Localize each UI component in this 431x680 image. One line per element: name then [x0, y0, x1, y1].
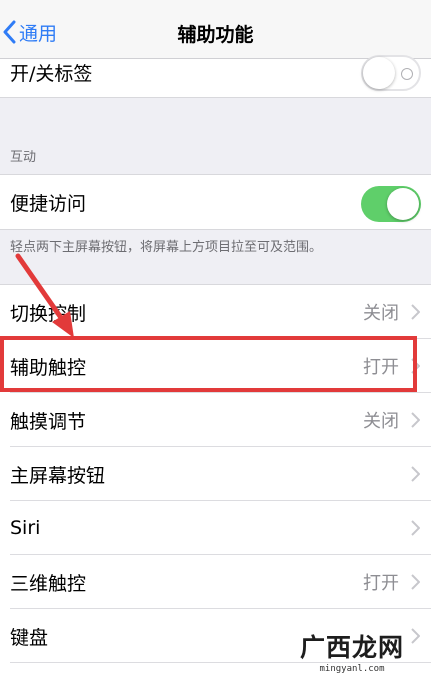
switch-control-row[interactable]: 切换控制 关闭 — [0, 285, 431, 339]
chevron-right-icon — [411, 358, 420, 374]
chevron-right-icon — [411, 574, 420, 590]
section-header-interaction: 互动 — [10, 150, 37, 165]
row-divider — [10, 662, 431, 663]
touch-accommodations-label: 触摸调节 — [10, 410, 87, 433]
easy-access-row[interactable]: 便捷访问 — [0, 175, 431, 229]
siri-label: Siri — [10, 517, 41, 539]
easy-access-note: 轻点两下主屏幕按钮，将屏幕上方项目拉至可及范围。 — [10, 240, 323, 255]
assistive-touch-value: 打开 — [363, 357, 399, 378]
navigation-bar: 通用 辅助功能 — [0, 0, 431, 59]
assistive-touch-row[interactable]: 辅助触控 打开 — [0, 339, 431, 393]
chevron-right-icon — [411, 304, 420, 320]
3d-touch-row[interactable]: 三维触控 打开 — [0, 555, 431, 609]
toggle-knob — [387, 188, 419, 220]
chevron-right-icon — [411, 520, 420, 536]
chevron-right-icon — [411, 628, 420, 644]
easy-access-group: 便捷访问 — [0, 174, 431, 230]
siri-row[interactable]: Siri — [0, 501, 431, 555]
toggle-knob — [363, 57, 395, 89]
page-title: 辅助功能 — [177, 24, 254, 46]
tab-labels-row[interactable]: 开/关标签 — [0, 55, 431, 97]
assistive-touch-label: 辅助触控 — [10, 356, 87, 379]
home-button-row[interactable]: 主屏幕按钮 — [0, 447, 431, 501]
3d-touch-value: 打开 — [363, 573, 399, 594]
switch-control-value: 关闭 — [363, 303, 399, 324]
tab-labels-label: 开/关标签 — [10, 63, 93, 85]
top-settings-group: 开/关标签 — [0, 55, 431, 98]
assistive-settings-list: 切换控制 关闭 辅助触控 打开 触摸调节 关闭 主屏幕按钮 Siri 三维触控 … — [0, 284, 431, 680]
chevron-right-icon — [411, 412, 420, 428]
easy-access-toggle[interactable] — [361, 186, 421, 222]
switch-control-label: 切换控制 — [10, 302, 87, 325]
touch-accommodations-row[interactable]: 触摸调节 关闭 — [0, 393, 431, 447]
touch-accommodations-value: 关闭 — [363, 411, 399, 432]
toggle-off-indicator-icon — [401, 68, 413, 80]
easy-access-label: 便捷访问 — [10, 192, 87, 215]
3d-touch-label: 三维触控 — [10, 572, 87, 595]
chevron-right-icon — [411, 466, 420, 482]
keyboard-row[interactable]: 键盘 — [0, 609, 431, 663]
home-button-label: 主屏幕按钮 — [10, 464, 106, 487]
keyboard-label: 键盘 — [10, 626, 49, 649]
tab-labels-toggle[interactable] — [361, 55, 421, 91]
